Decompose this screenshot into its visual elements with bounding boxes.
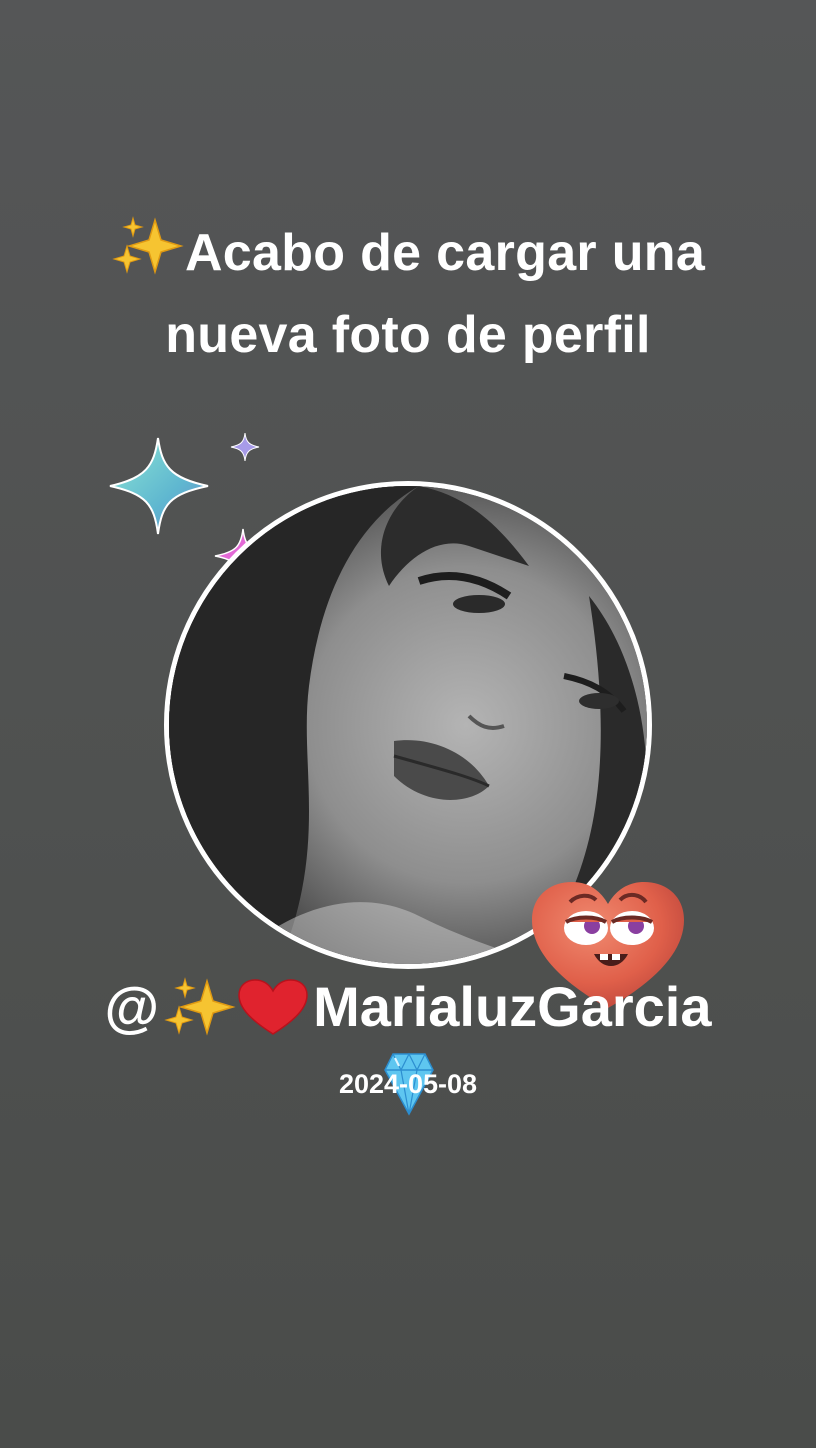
post-date: 2024-05-08 [338,1069,478,1099]
headline-line-2: nueva foto de perfil [165,306,651,364]
sparkles-icon [163,977,237,1037]
headline: Acabo de cargar una nueva foto de perfil [0,212,816,376]
username-handle: @ MarialuzGarcia [0,975,816,1039]
headline-text-1: Acabo de cargar una [184,224,706,282]
red-heart-icon [237,978,309,1036]
teal-sparkle-icon [108,436,210,536]
username-text: MarialuzGarcia [313,975,712,1038]
sparkles-icon [111,216,185,276]
purple-sparkle-icon [230,432,260,462]
handle-at: @ [104,975,160,1038]
headline-line-1: Acabo de cargar una [0,212,816,294]
